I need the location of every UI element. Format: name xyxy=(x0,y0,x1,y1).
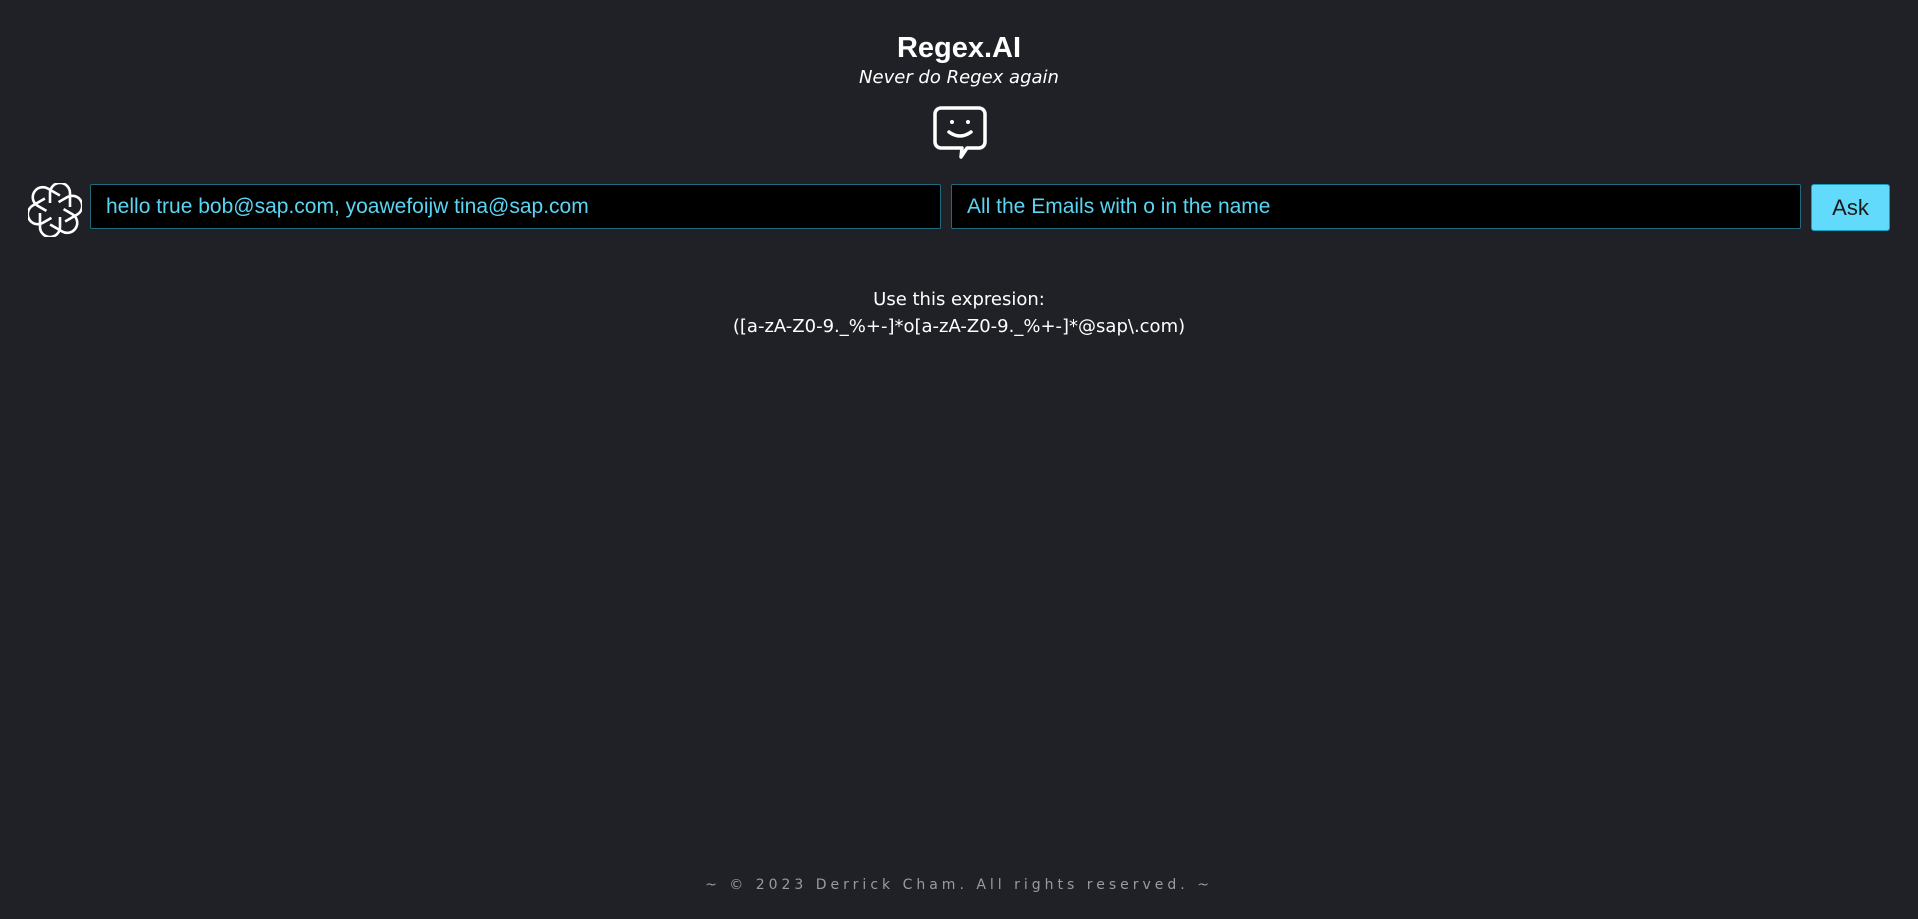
ask-button[interactable]: Ask xyxy=(1811,184,1890,231)
footer: ~ © 2023 Derrick Cham. All rights reserv… xyxy=(0,877,1918,893)
openai-logo-icon xyxy=(28,183,82,237)
app-title: Regex.AI xyxy=(896,32,1022,64)
app-subtitle: Never do Regex again xyxy=(859,67,1059,88)
page: Regex.AI Never do Regex again Ask Use th… xyxy=(0,0,1918,919)
regex-expression: ([a-zA-Z0-9._%+-]*o[a-zA-Z0-9._%+-]*@sap… xyxy=(732,316,1186,337)
header: Regex.AI Never do Regex again xyxy=(0,30,1918,90)
query-input[interactable] xyxy=(951,184,1801,229)
result-panel: Use this expresion: ([a-zA-Z0-9._%+-]*o[… xyxy=(0,286,1918,340)
smiley-chat-bubble-icon xyxy=(933,106,987,159)
result-label: Use this expresion: xyxy=(873,289,1045,310)
query-form: Ask xyxy=(28,183,1890,237)
source-text-input[interactable] xyxy=(90,184,941,229)
copyright-text: ~ © 2023 Derrick Cham. All rights reserv… xyxy=(705,877,1213,893)
